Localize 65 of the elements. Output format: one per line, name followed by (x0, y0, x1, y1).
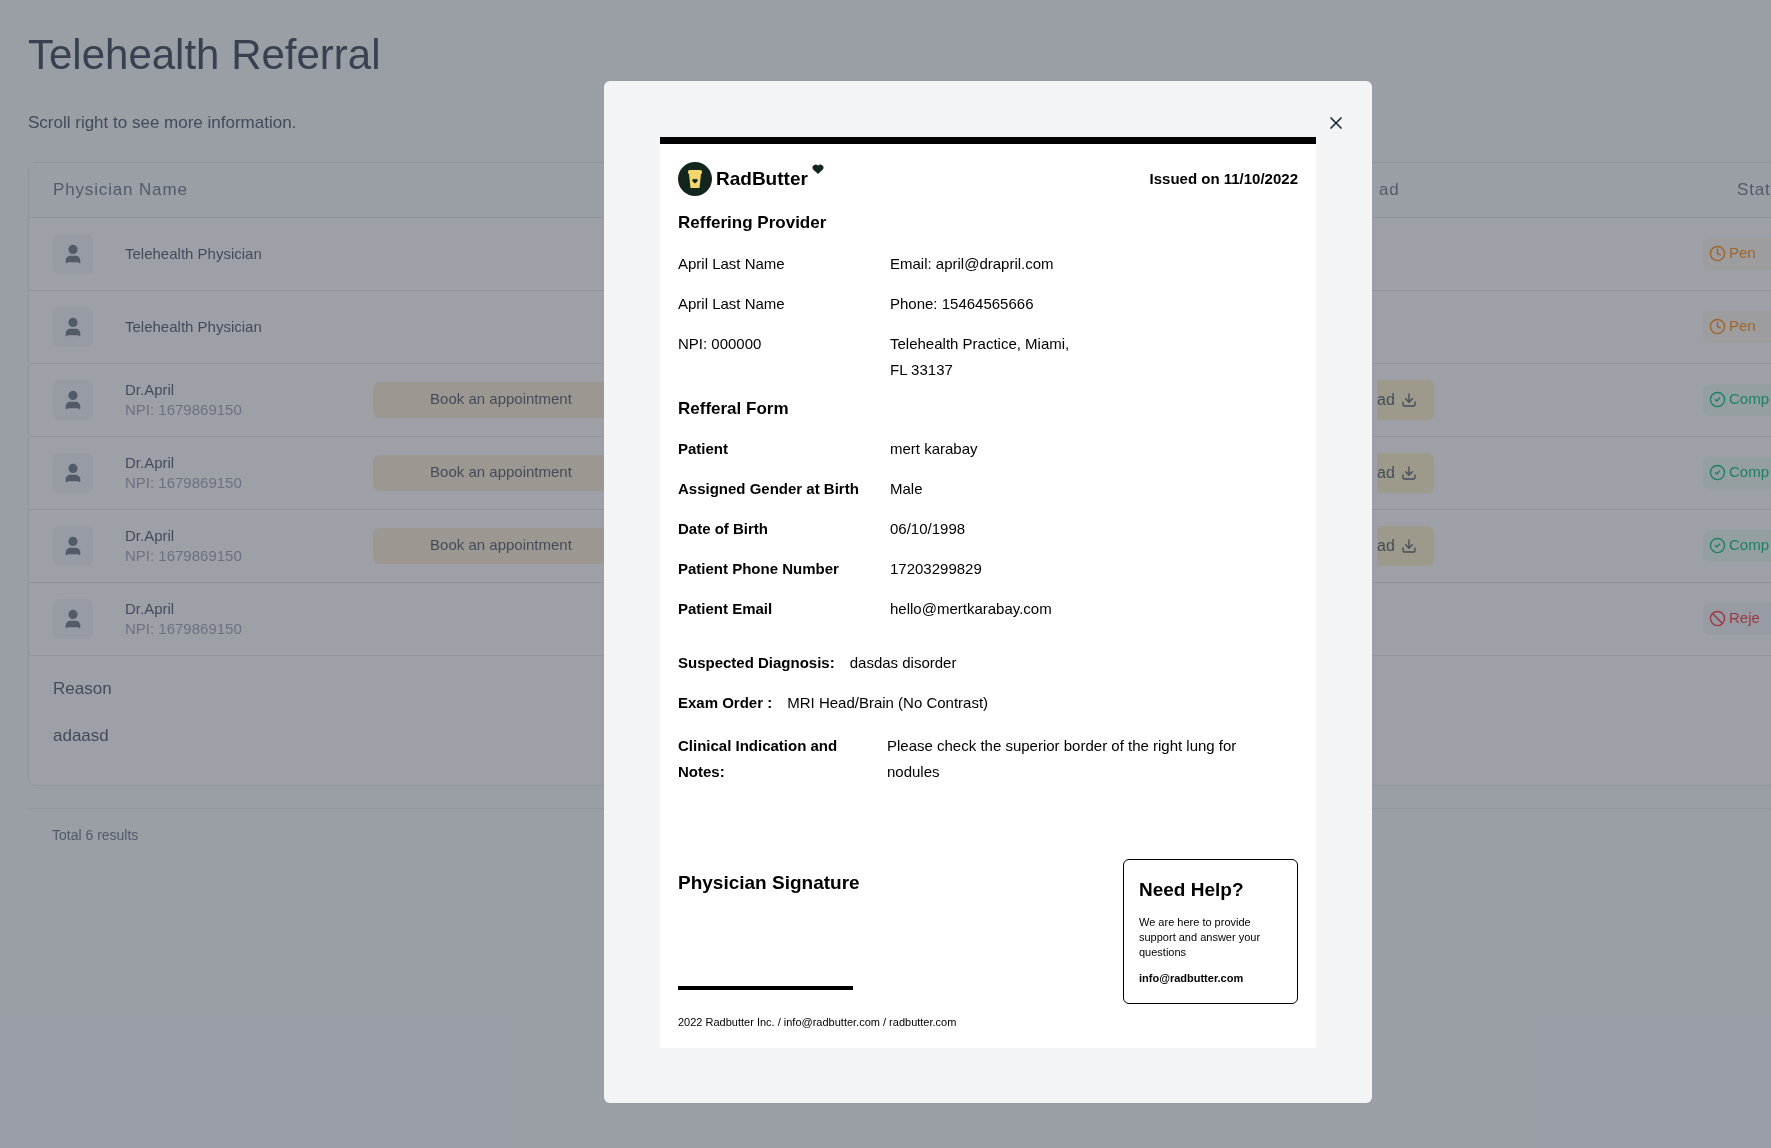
provider-value: Telehealth Practice, Miami, FL 33137 (890, 333, 1071, 380)
provider-value: Phone: 15464565666 (890, 293, 1035, 314)
results-count: Total 6 results (52, 826, 139, 843)
help-title: Need Help? (1139, 878, 1245, 902)
section-title: Reffering Provider (678, 212, 828, 234)
status-icon (1709, 245, 1726, 262)
physician-name: Dr.April (125, 525, 176, 546)
status-badge: Reje (1703, 602, 1771, 635)
field-value: Male (890, 479, 923, 499)
download-button[interactable]: ad (1377, 379, 1434, 420)
physician-name: Dr.April (125, 452, 176, 473)
column-header: ad (1379, 179, 1400, 199)
field-value: dasdas disorder (849, 653, 957, 673)
field-label: Suspected Diagnosis: (678, 653, 835, 673)
brand-name: RadButter (716, 166, 808, 191)
field-value: Please check the superior border of the right lung for nodules (887, 736, 1238, 782)
physician-name: Dr.April (125, 379, 176, 400)
field-value: hello@mertkarabay.com (890, 599, 1052, 619)
field-label: Date of Birth (678, 519, 769, 539)
signature-title: Physician Signature (678, 871, 860, 895)
status-icon (1709, 318, 1726, 335)
physician-name: Dr.April (125, 598, 176, 619)
help-text: We are here to provide support and answer your questions (1139, 914, 1262, 960)
download-button[interactable]: ad (1377, 525, 1434, 566)
provider-field: April Last Name (678, 250, 890, 277)
provider-value: Email: april@drapril.com (890, 253, 1055, 274)
page-subtitle: Scroll right to see more information. (28, 112, 297, 134)
field-label: Assigned Gender at Birth (678, 479, 860, 499)
status-badge: Pen (1703, 237, 1771, 270)
status-badge: Comp (1703, 383, 1771, 416)
field-label: Patient Email (678, 599, 774, 619)
field-value: 06/10/1998 (890, 519, 966, 539)
field-label: Exam Order : (678, 693, 773, 713)
field-value: MRI Head/Brain (No Contrast) (787, 693, 989, 713)
field-label: Patient Phone Number (678, 559, 840, 579)
provider-field: NPI: 000000 (678, 330, 890, 383)
status-icon (1709, 610, 1726, 627)
physician-name: Telehealth Physician (125, 243, 262, 264)
field-label: Clinical Indication and Notes: (678, 736, 839, 782)
status-icon (1709, 391, 1726, 408)
status-icon (1709, 537, 1726, 554)
download-icon (1400, 537, 1417, 554)
logo-icon (678, 162, 712, 196)
status-icon (1709, 464, 1726, 481)
heart-icon (811, 164, 824, 175)
reason-text: adaasd (53, 725, 109, 747)
section-title: Refferal Form (678, 397, 790, 420)
column-header: Physician Name (53, 179, 188, 199)
provider-field: April Last Name (678, 290, 890, 317)
status-badge: Pen (1703, 310, 1771, 343)
document-footer: 2022 Radbutter Inc. / info@radbutter.com / radbutter.com (678, 1014, 1298, 1031)
status-badge: Comp (1703, 529, 1771, 562)
download-icon (1400, 391, 1417, 408)
help-email: info@radbutter.com (1139, 970, 1245, 986)
download-button[interactable]: ad (1377, 452, 1434, 493)
physician-name: Telehealth Physician (125, 316, 262, 337)
download-icon (1400, 464, 1417, 481)
field-label: Patient (678, 439, 729, 459)
column-header: Stat (1737, 179, 1771, 199)
field-value: mert karabay (890, 439, 978, 459)
status-badge: Comp (1703, 456, 1771, 489)
reason-label: Reason (53, 677, 112, 700)
field-value: 17203299829 (890, 559, 982, 579)
issued-date: Issued on 11/10/2022 (1149, 168, 1298, 189)
page-title: Telehealth Referral (28, 30, 382, 80)
